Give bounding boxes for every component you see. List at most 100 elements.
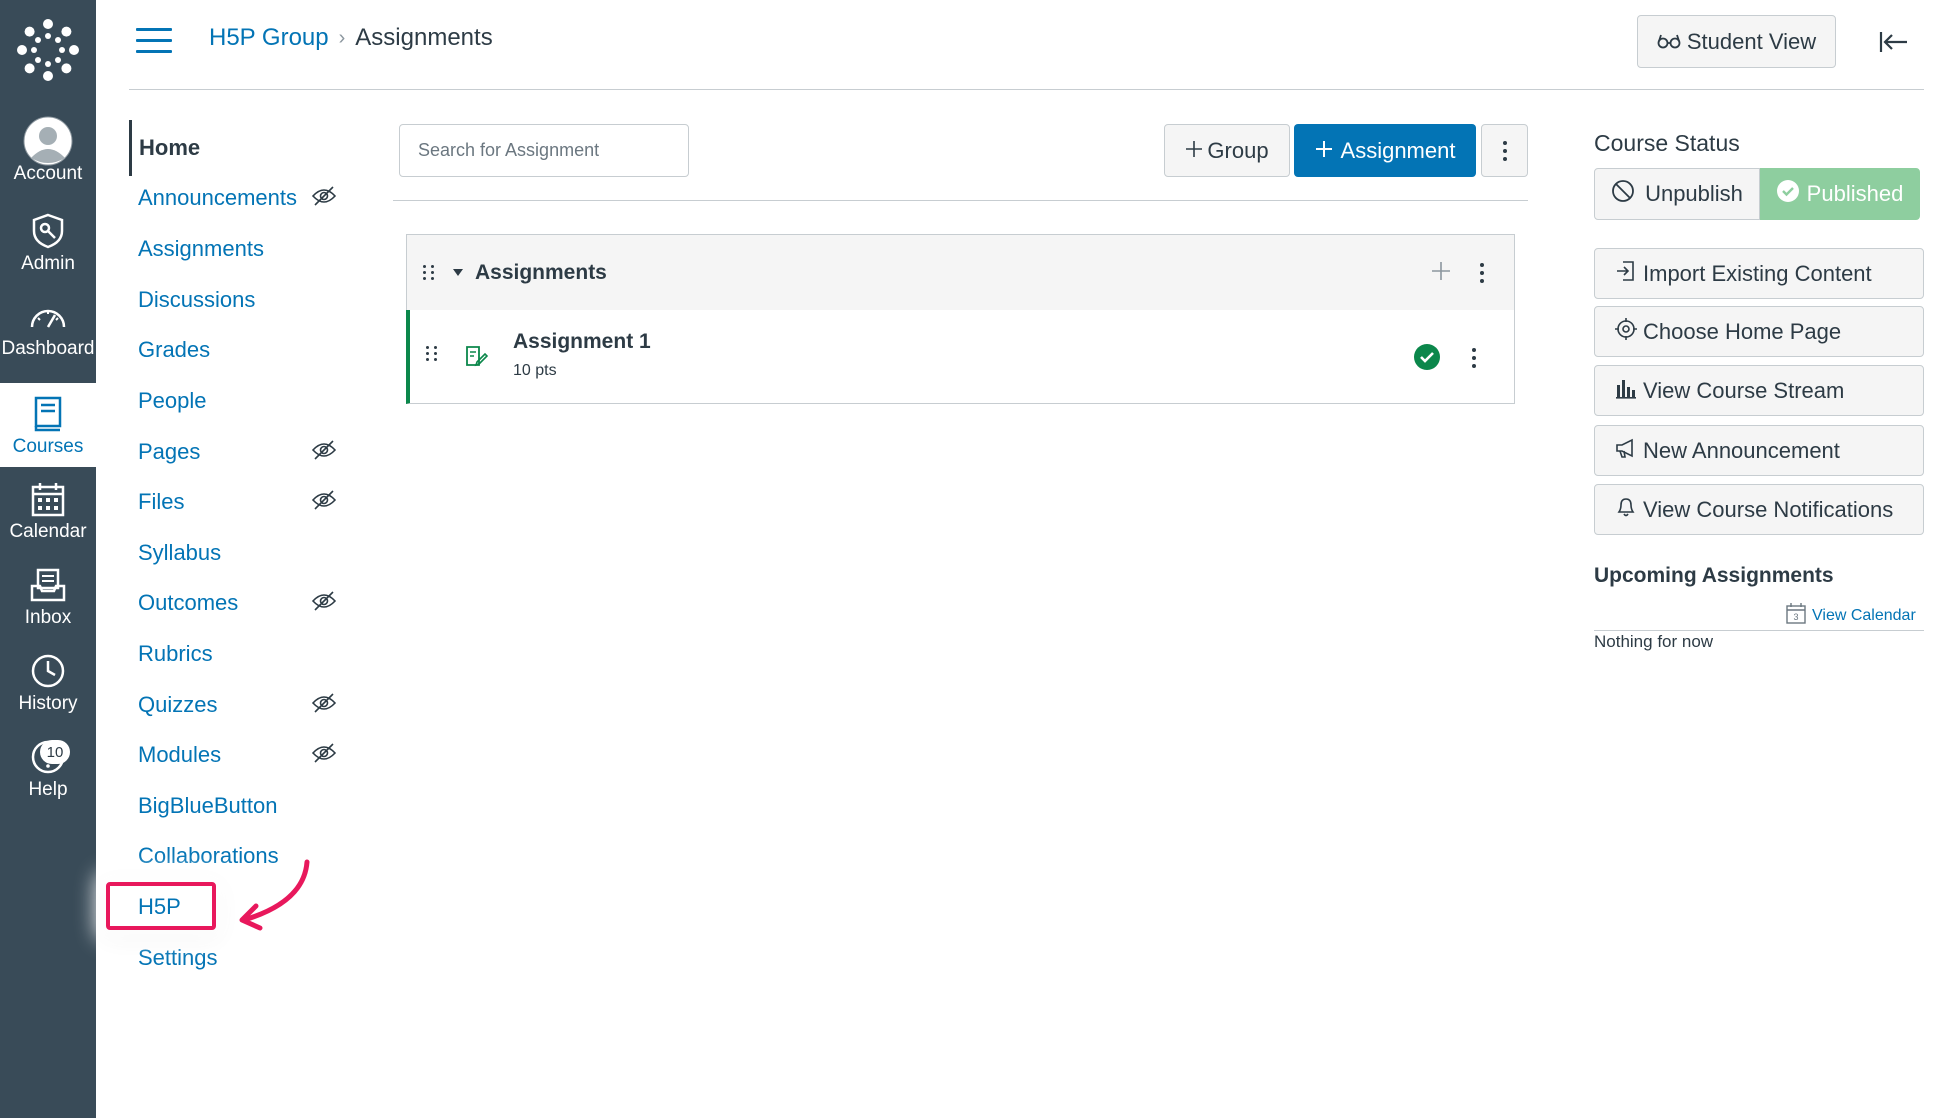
assignment-title-link[interactable]: Assignment 1	[513, 330, 651, 354]
view-calendar-label: View Calendar	[1812, 606, 1916, 624]
glasses-icon	[1657, 29, 1681, 55]
course-nav-settings[interactable]: Settings	[129, 938, 349, 978]
hidden-eye-icon[interactable]	[311, 693, 337, 719]
target-icon	[1615, 317, 1637, 346]
drag-handle-icon[interactable]	[423, 265, 435, 280]
add-group-label: Group	[1207, 137, 1269, 163]
add-to-group-icon[interactable]	[1431, 261, 1451, 286]
courses-icon	[33, 392, 63, 436]
group-kebab-icon[interactable]	[1480, 263, 1484, 283]
plus-icon	[1315, 138, 1333, 164]
course-nav-pages[interactable]: Pages	[129, 432, 349, 472]
global-nav-admin[interactable]: Admin	[0, 200, 96, 284]
global-nav-label: Admin	[21, 253, 75, 274]
global-nav-help[interactable]: Help 10	[0, 726, 96, 810]
course-nav-label: Announcements	[138, 185, 297, 210]
pointer-arrow-icon	[239, 859, 310, 931]
view-course-notifications-button[interactable]: View Course Notifications	[1594, 484, 1924, 535]
global-nav-inbox[interactable]: Inbox	[0, 554, 96, 638]
view-course-stream-button[interactable]: View Course Stream	[1594, 365, 1924, 416]
add-assignment-button[interactable]: Assignment	[1294, 124, 1476, 177]
course-nav-bigbluebutton[interactable]: BigBlueButton	[129, 786, 349, 826]
global-nav: Account Admin Dashboard Courses Calendar…	[0, 0, 96, 1118]
course-nav-discussions[interactable]: Discussions	[129, 280, 349, 320]
global-nav-history[interactable]: History	[0, 640, 96, 724]
course-nav-label: Home	[139, 135, 201, 160]
hidden-eye-icon[interactable]	[311, 490, 337, 516]
rs-button-label: View Course Notifications	[1643, 496, 1894, 522]
collapse-caret-icon[interactable]	[453, 264, 463, 282]
calendar-day-number: 3	[1793, 612, 1798, 622]
global-nav-calendar[interactable]: Calendar	[0, 468, 96, 552]
course-nav-label: Files	[138, 489, 185, 514]
course-nav-quizzes[interactable]: Quizzes	[129, 685, 349, 725]
global-nav-dashboard[interactable]: Dashboard	[0, 285, 96, 369]
collapse-sidebar-icon[interactable]	[1876, 24, 1912, 60]
course-nav-announcements[interactable]: Announcements	[129, 178, 349, 218]
breadcrumb-separator: ›	[338, 26, 346, 49]
ban-icon	[1611, 179, 1635, 209]
hidden-eye-icon[interactable]	[311, 440, 337, 466]
course-nav-modules[interactable]: Modules	[129, 735, 349, 775]
import-existing-content-button[interactable]: Import Existing Content	[1594, 248, 1924, 299]
course-nav-rubrics[interactable]: Rubrics	[129, 634, 349, 674]
view-calendar-link[interactable]: 3 View Calendar	[1786, 602, 1916, 629]
published-check-icon[interactable]	[1414, 344, 1440, 375]
account-icon	[23, 116, 73, 166]
assignment-points: 10 pts	[513, 362, 557, 379]
global-nav-label: Help	[28, 779, 68, 800]
add-group-button[interactable]: Group	[1164, 124, 1290, 177]
global-nav-account[interactable]: Account	[0, 110, 96, 194]
course-nav-assignments[interactable]: Assignments	[129, 229, 349, 269]
more-options-button[interactable]	[1481, 124, 1528, 177]
student-view-button[interactable]: Student View	[1637, 15, 1836, 68]
course-status-title: Course Status	[1594, 130, 1740, 156]
assignment-group-title: Assignments	[475, 260, 607, 284]
help-badge: 10	[40, 740, 70, 764]
check-circle-icon	[1776, 180, 1799, 208]
assignment-icon	[464, 344, 489, 373]
course-nav-label: Pages	[138, 439, 201, 464]
kebab-icon	[1502, 140, 1507, 161]
assignment-group-header[interactable]: Assignments	[406, 234, 1515, 311]
upcoming-divider	[1594, 630, 1924, 631]
unpublish-button[interactable]: Unpublish	[1594, 168, 1760, 220]
published-button[interactable]: Published	[1760, 168, 1920, 220]
drag-handle-icon[interactable]	[426, 346, 438, 361]
course-nav-people[interactable]: People	[129, 381, 349, 421]
course-sidebar: Course Status Unpublish Published Import…	[1594, 130, 1924, 651]
assignment-list: Assignment 1 10 pts	[406, 310, 1515, 404]
rs-button-label: Choose Home Page	[1643, 318, 1842, 344]
breadcrumb-course-link[interactable]: H5P Group	[209, 24, 329, 52]
course-nav-outcomes[interactable]: Outcomes	[129, 583, 349, 623]
unpublish-label: Unpublish	[1645, 181, 1743, 206]
course-nav-label: People	[138, 388, 207, 413]
global-nav-courses[interactable]: Courses	[0, 383, 96, 467]
course-nav-home[interactable]: Home	[129, 120, 349, 176]
hidden-eye-icon[interactable]	[311, 591, 337, 617]
hamburger-menu-icon[interactable]	[136, 28, 172, 56]
course-nav-label: Rubrics	[138, 641, 213, 666]
course-nav-files[interactable]: Files	[129, 482, 349, 522]
search-assignment-input[interactable]: Search for Assignment	[399, 124, 689, 177]
course-nav-label: Settings	[138, 945, 218, 970]
course-nav-label: Discussions	[138, 287, 256, 312]
list-item[interactable]: Assignment 1 10 pts	[410, 310, 1515, 403]
hidden-eye-icon[interactable]	[311, 743, 337, 769]
choose-home-page-button[interactable]: Choose Home Page	[1594, 306, 1924, 357]
hidden-eye-icon[interactable]	[311, 186, 337, 212]
global-nav-label: Account	[13, 163, 83, 184]
breadcrumb: H5P Group › Assignments	[209, 24, 493, 52]
course-nav-syllabus[interactable]: Syllabus	[129, 533, 349, 573]
global-nav-label: Dashboard	[1, 338, 95, 359]
assignment-kebab-icon[interactable]	[1472, 348, 1476, 368]
upcoming-empty-text: Nothing for now	[1594, 632, 1714, 651]
calendar-icon	[31, 477, 65, 521]
course-nav-label: Outcomes	[138, 590, 239, 615]
global-nav-label: Courses	[12, 436, 84, 457]
new-announcement-button[interactable]: New Announcement	[1594, 425, 1924, 476]
course-nav-grades[interactable]: Grades	[129, 330, 349, 370]
canvas-logo[interactable]	[0, 0, 96, 100]
bell-icon	[1615, 496, 1637, 524]
inbox-icon	[30, 563, 66, 607]
